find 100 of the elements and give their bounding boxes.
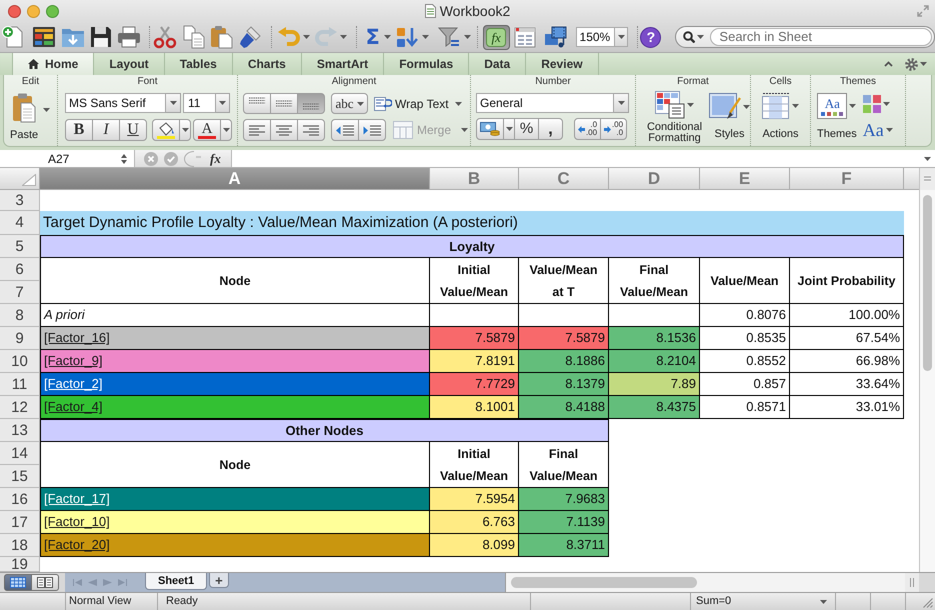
search-field[interactable]: Search in Sheet [710,28,932,46]
align-top-button[interactable] [243,93,271,114]
paste-button[interactable]: Paste [10,93,38,141]
stepper-icon[interactable] [121,154,127,164]
decrease-decimal-button[interactable]: .00 .0 [600,118,627,140]
row-header[interactable]: 6 [0,258,40,281]
row-header[interactable]: 11 [0,373,40,396]
node-link[interactable]: [Factor_2] [44,374,103,394]
vertical-scrollbar[interactable] [920,190,935,572]
row-header[interactable]: 3 [0,190,40,211]
row-header[interactable]: 7 [0,281,40,304]
decrease-indent-button[interactable] [331,119,359,141]
node-link[interactable]: [Factor_9] [44,351,103,371]
caret-icon[interactable] [422,35,429,39]
scissors-icon[interactable] [152,25,177,49]
row-header[interactable]: 5 [0,235,40,258]
dropdown-button[interactable] [614,93,629,113]
caret-icon[interactable] [886,128,893,132]
caret-icon[interactable] [222,128,230,132]
caret-icon[interactable] [882,102,890,106]
percent-button[interactable]: % [514,118,539,140]
node-link[interactable]: [Factor_4] [44,397,103,417]
row-header[interactable]: 18 [0,534,40,557]
caret-icon[interactable] [464,35,471,39]
caret-icon[interactable] [43,108,50,112]
caret-icon[interactable] [697,35,704,39]
caret-icon[interactable] [302,35,310,39]
caret-icon[interactable] [743,105,750,109]
save-icon[interactable] [88,25,113,49]
row-header[interactable]: 10 [0,350,40,373]
caret-icon[interactable] [182,128,188,132]
search-box[interactable]: Search in Sheet [675,26,935,48]
increase-indent-button[interactable] [358,119,386,141]
font-name-field[interactable]: MS Sans Serif [65,93,166,113]
caret-icon[interactable] [384,35,391,39]
caret-icon[interactable] [924,156,930,160]
theme-colors-button[interactable] [862,95,893,113]
resize-grip-icon[interactable] [923,598,933,608]
bold-button[interactable]: B [65,119,93,141]
increase-decimal-button[interactable]: .0 .00 [574,118,601,140]
align-center-button[interactable] [270,119,298,141]
split-handle-icon[interactable] [905,573,919,592]
fill-color-button[interactable] [152,119,180,141]
row-header[interactable]: 9 [0,327,40,350]
dropdown-button[interactable] [179,119,191,141]
row-header[interactable]: 16 [0,488,40,511]
formula-builder-button[interactable]: fx [482,24,510,50]
row-header[interactable]: 17 [0,511,40,534]
dropdown-button[interactable] [166,93,181,113]
row-header[interactable]: 13 [0,419,40,442]
italic-button[interactable]: I [92,119,120,141]
row-header[interactable]: 4 [0,211,40,235]
horizontal-scrollbar[interactable] [505,573,905,592]
search-icon[interactable] [683,31,696,43]
sort-icon[interactable] [396,26,418,48]
dropdown-button[interactable] [615,27,628,47]
currency-button[interactable] [476,118,504,140]
caret-icon[interactable] [340,35,348,39]
autosum-button[interactable]: Σ [365,26,380,48]
scrollbar-thumb[interactable] [511,577,697,588]
caret-icon[interactable] [820,600,827,604]
themes-button[interactable]: Aa Themes [817,93,857,140]
toolbox-icon[interactable] [514,26,536,48]
text-orientation-button[interactable]: abc [331,93,368,114]
caret-icon[interactable] [849,104,856,108]
caret-icon[interactable] [356,102,364,106]
maximize-button[interactable] [46,4,59,18]
dropdown-button[interactable] [220,119,232,141]
split-handle-icon[interactable] [920,168,935,190]
zoom-field[interactable]: 150% [576,27,616,47]
paintbrush-icon[interactable] [238,25,262,49]
printer-icon[interactable] [116,25,141,49]
media-icon[interactable] [544,25,568,49]
align-bottom-button[interactable] [297,93,325,114]
row-header[interactable]: 19 [0,557,40,572]
settings-icon[interactable] [905,58,918,70]
chevron-up-icon[interactable] [884,61,893,67]
row-header[interactable]: 8 [0,304,40,327]
caret-icon[interactable] [618,101,624,105]
node-link[interactable]: [Factor_16] [44,328,110,348]
dropdown-button[interactable] [503,118,515,140]
node-link[interactable]: [Factor_10] [44,512,110,532]
wrap-text-button[interactable]: Wrap Text [374,93,462,114]
close-button[interactable] [8,4,21,18]
caret-icon[interactable] [687,103,694,107]
caret-icon[interactable] [170,101,176,105]
caret-icon[interactable] [219,101,226,105]
align-right-button[interactable] [297,119,325,141]
theme-fonts-button[interactable]: Aa [862,121,893,139]
underline-button[interactable]: U [119,119,147,141]
caret-icon[interactable] [506,127,512,131]
number-format-field[interactable]: General [476,93,614,113]
font-size-field[interactable]: 11 [183,93,216,113]
align-middle-button[interactable] [270,93,298,114]
filter-icon[interactable] [438,26,460,48]
add-sheet-button[interactable]: + [209,573,229,588]
styles-button[interactable]: Styles [709,91,750,140]
row-header[interactable]: 12 [0,396,40,419]
help-button[interactable]: ? [640,26,662,48]
font-color-button[interactable]: A [193,119,221,141]
